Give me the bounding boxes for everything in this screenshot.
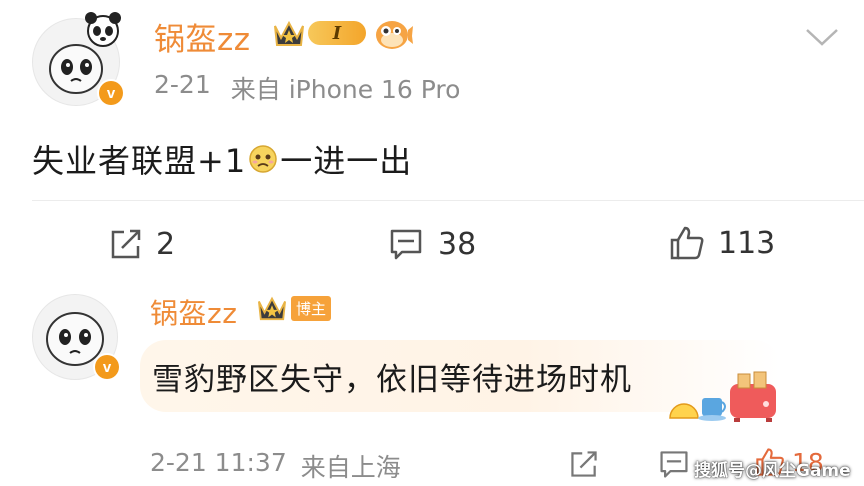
reply-author-name[interactable]: 锅盔zz xyxy=(150,292,237,332)
reply-source: 来自上海 xyxy=(300,453,401,482)
verified-badge-icon: v xyxy=(97,79,125,107)
member-level-badge: I xyxy=(272,18,366,48)
reply-repost-icon[interactable] xyxy=(568,448,600,480)
post-source: 来自 iPhone 16 Pro xyxy=(230,75,461,104)
post-content: 失业者联盟+1 一进一出 xyxy=(32,136,412,182)
panda-icon xyxy=(85,12,121,47)
post-author-name[interactable]: 锅盔zz xyxy=(154,14,251,59)
reply-badges: 博主 xyxy=(256,294,332,322)
comment-count: 38 xyxy=(438,226,477,262)
blogger-tag: 博主 xyxy=(291,295,332,321)
crown-icon xyxy=(274,20,304,46)
comment-button[interactable]: 38 xyxy=(388,226,476,262)
thumbs-up-icon xyxy=(670,226,704,260)
verified-badge-icon: v xyxy=(93,353,121,381)
avatar[interactable]: v xyxy=(32,12,125,107)
watermark: 搜狐号@风尘Game xyxy=(694,461,851,481)
pufferfish-icon xyxy=(376,21,413,49)
breakfast-sticker-icon xyxy=(669,371,776,422)
repost-button[interactable]: 2 xyxy=(108,226,175,262)
repost-count: 2 xyxy=(156,226,176,262)
post-content-text-2: 一进一出 xyxy=(280,142,413,180)
reply-comment-icon[interactable] xyxy=(658,448,690,480)
level-pill: I xyxy=(308,21,366,45)
divider xyxy=(32,200,864,201)
post-meta: 2-21 来自 iPhone 16 Pro xyxy=(154,70,460,106)
crown-icon xyxy=(258,296,286,321)
like-button[interactable]: 113 xyxy=(668,224,775,262)
reply-meta: 2-21 11:37 来自上海 xyxy=(150,448,401,484)
like-count: 113 xyxy=(718,225,776,261)
reply-avatar[interactable]: v xyxy=(32,294,121,381)
repost-icon xyxy=(111,229,141,259)
reply-time: 2-21 11:37 xyxy=(150,448,287,477)
reply-content: 雪豹野区失守，依旧等待进场时机 xyxy=(152,362,632,398)
comment-icon xyxy=(390,229,422,260)
sad-face-emoji-icon xyxy=(249,145,277,173)
chevron-down-icon[interactable] xyxy=(804,26,840,48)
post-content-text-1: 失业者联盟+1 xyxy=(32,142,247,180)
post-date: 2-21 xyxy=(154,70,211,99)
